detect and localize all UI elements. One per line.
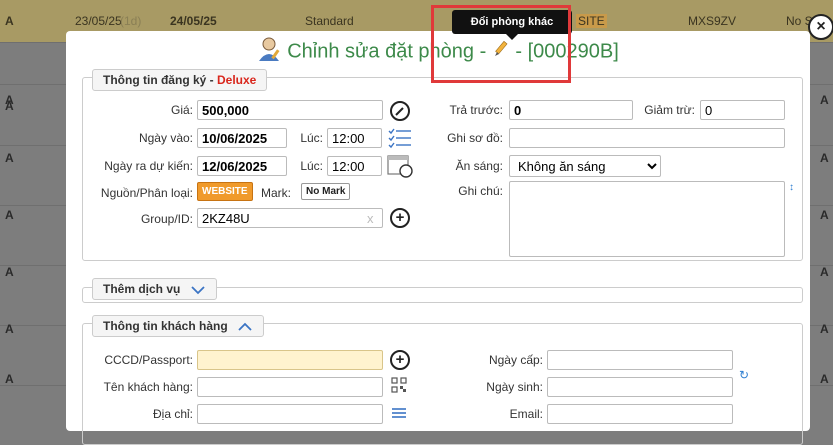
source-badge[interactable]: WEBSITE (197, 182, 253, 201)
breakfast-select[interactable]: Không ăn sáng (509, 155, 661, 177)
chevron-up-icon[interactable] (231, 319, 253, 333)
mark-badge[interactable]: No Mark (301, 183, 351, 200)
price-label: Giá: (170, 103, 193, 117)
group-id-input[interactable] (197, 208, 383, 228)
checkin-label: Ngày vào: (138, 131, 193, 145)
checkin-date-input[interactable] (197, 128, 287, 148)
row-label-right: A (820, 372, 829, 386)
row-label: A (5, 372, 14, 386)
row-label-right: A (820, 322, 829, 336)
highlight-box (431, 5, 571, 83)
birth-label: Ngày sinh: (486, 380, 543, 394)
row-label-right: A (820, 151, 829, 165)
row-code: MXS9ZV (688, 14, 737, 28)
checkin-time-label: Lúc: (300, 131, 323, 145)
resize-arrows-icon[interactable]: ↕ (789, 182, 794, 193)
row-badge: SITE (576, 14, 607, 28)
prepay-label: Trả trước: (449, 103, 503, 117)
calendar-clock-icon[interactable] (387, 154, 413, 181)
services-legend-text: Thêm dịch vụ (103, 282, 181, 296)
chevron-down-icon[interactable] (184, 282, 206, 296)
row-label: A (5, 208, 14, 222)
address-label: Địa chỉ: (152, 407, 193, 421)
row-label: A (5, 93, 14, 107)
mark-label: Mark: (261, 186, 291, 200)
user-icon (257, 37, 283, 67)
id-input[interactable] (197, 350, 383, 370)
source-label: Nguồn/Phân loại: (100, 186, 193, 200)
checkout-time-label: Lúc: (300, 159, 323, 173)
refresh-icon[interactable]: ↻ (739, 368, 749, 382)
email-input[interactable] (547, 404, 733, 424)
id-label: CCCD/Passport: (104, 353, 193, 367)
birth-input[interactable] (547, 377, 733, 397)
customer-legend-text: Thông tin khách hàng (103, 319, 228, 333)
row-room-type: Standard (305, 14, 354, 28)
name-label: Tên khách hàng: (103, 380, 193, 394)
registration-legend: Thông tin đăng ký - Deluxe (92, 69, 268, 91)
edit-booking-modal: Chỉnh sửa đặt phòng - - [000290B] Thông … (66, 31, 810, 445)
email-label: Email: (509, 407, 543, 421)
row-label-right: A (820, 265, 829, 279)
map-note-label: Ghi sơ đồ: (447, 131, 503, 145)
row-label-right: A (820, 93, 829, 107)
add-customer-icon[interactable]: + (390, 350, 410, 370)
close-modal-button[interactable]: × (808, 14, 833, 40)
row-date-in: 23/05/25 (75, 14, 122, 28)
issue-date-input[interactable] (547, 350, 733, 370)
row-label: A (5, 265, 14, 279)
checklist-icon[interactable] (387, 127, 413, 152)
row-label: A (5, 151, 14, 165)
discount-label: Giảm trừ: (644, 103, 695, 117)
prepay-input[interactable] (509, 100, 633, 120)
registration-legend-text: Thông tin đăng ký - (103, 73, 214, 87)
row-date-out: 24/05/25 (170, 14, 217, 28)
group-label: Group/ID: (140, 212, 193, 226)
note-label: Ghi chú: (458, 184, 503, 198)
breakfast-label: Ăn sáng: (455, 159, 503, 173)
name-input[interactable] (197, 377, 383, 397)
row-col1: A (5, 14, 14, 28)
qr-code-icon[interactable] (391, 377, 407, 396)
checkout-date-input[interactable] (197, 156, 287, 176)
discount-input[interactable] (700, 100, 785, 120)
row-label-right: A (820, 208, 829, 222)
add-group-icon[interactable]: + (390, 208, 410, 228)
room-type-label: Deluxe (217, 73, 257, 87)
edit-price-icon[interactable] (390, 101, 410, 121)
checkin-time-input[interactable] (327, 128, 382, 148)
row-label: A (5, 322, 14, 336)
row-date-in-days: (1d) (120, 14, 142, 28)
checkout-time-input[interactable] (327, 156, 382, 176)
address-input[interactable] (197, 404, 383, 424)
services-section: Thêm dịch vụ (82, 278, 803, 303)
customer-legend[interactable]: Thông tin khách hàng (92, 315, 265, 337)
registration-section: Thông tin đăng ký - Deluxe Giá: Ngày vào… (82, 69, 803, 261)
checkout-label: Ngày ra dự kiến: (104, 159, 193, 173)
clear-group-icon[interactable]: x (367, 211, 374, 226)
services-legend[interactable]: Thêm dịch vụ (92, 278, 217, 300)
map-note-input[interactable] (509, 128, 785, 148)
price-input[interactable] (197, 100, 383, 120)
note-textarea[interactable] (509, 181, 785, 257)
customer-section: Thông tin khách hàng CCCD/Passport: + Tê… (82, 315, 803, 445)
issue-date-label: Ngày cấp: (488, 353, 543, 367)
